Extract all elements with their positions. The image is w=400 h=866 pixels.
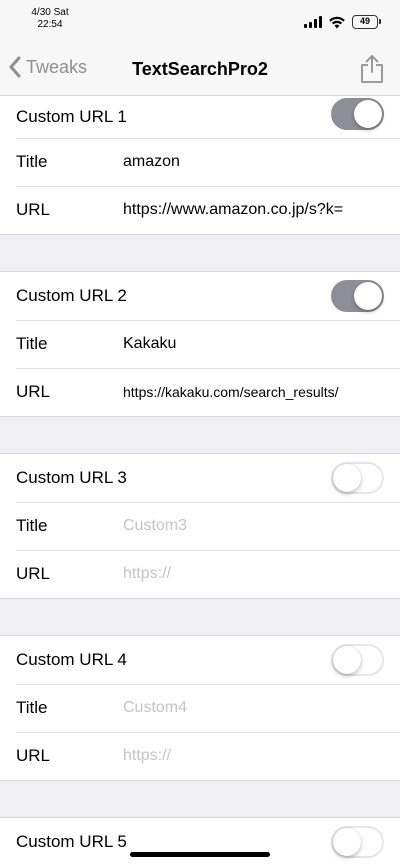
toggle-knob [354, 100, 382, 128]
title-label: Title [16, 516, 48, 535]
home-indicator[interactable] [130, 852, 270, 857]
toggle-knob [333, 646, 361, 674]
settings-list: Custom URL 1 Title amazon URL https://ww… [0, 96, 400, 866]
custom-url-2-url-row[interactable]: URL https://kakaku.com/search_results/ [0, 368, 400, 416]
custom-url-2-url-field[interactable]: https://kakaku.com/search_results/ [123, 384, 339, 400]
custom-url-3-toggle[interactable] [331, 462, 384, 494]
title-label: Title [16, 152, 48, 171]
custom-url-2-title-row[interactable]: Title Kakaku [0, 320, 400, 368]
custom-url-2-toggle[interactable] [331, 280, 384, 312]
custom-url-4-title-row[interactable]: Title Custom4 [0, 684, 400, 732]
custom-url-5-section: Custom URL 5 [0, 817, 400, 866]
status-time: 22:54 [37, 19, 63, 30]
toggle-knob [354, 282, 382, 310]
custom-url-3-title-field[interactable]: Custom3 [123, 517, 187, 535]
custom-url-4-title-field[interactable]: Custom4 [123, 699, 187, 717]
url-label: URL [16, 564, 51, 583]
custom-url-4-toggle[interactable] [331, 644, 384, 676]
status-date: 4/30 Sat [31, 7, 69, 18]
custom-url-4-label: Custom URL 4 [16, 650, 127, 669]
url-label: URL [16, 746, 51, 765]
custom-url-1-label: Custom URL 1 [16, 107, 127, 126]
status-bar: 4/30 Sat 22:54 49 [0, 0, 400, 40]
navigation-bar: Tweaks TextSearchPro2 [0, 40, 400, 96]
status-datetime: 4/30 Sat 22:54 [22, 7, 78, 31]
custom-url-3-title-row[interactable]: Title Custom3 [0, 502, 400, 550]
custom-url-1-title-field[interactable]: amazon [123, 153, 180, 171]
custom-url-4-section: Custom URL 4 Title Custom4 URL https:// [0, 635, 400, 781]
custom-url-1-url-row[interactable]: URL https://www.amazon.co.jp/s?k= [0, 186, 400, 234]
custom-url-5-label: Custom URL 5 [16, 832, 127, 851]
custom-url-3-header-row: Custom URL 3 [0, 454, 400, 502]
custom-url-2-section: Custom URL 2 Title Kakaku URL https://ka… [0, 271, 400, 417]
toggle-knob [333, 828, 361, 856]
custom-url-4-url-row[interactable]: URL https:// [0, 732, 400, 780]
title-label: Title [16, 334, 48, 353]
custom-url-1-url-field[interactable]: https://www.amazon.co.jp/s?k= [123, 201, 343, 219]
custom-url-5-header-row: Custom URL 5 [0, 818, 400, 866]
custom-url-1-header-row: Custom URL 1 [0, 96, 400, 138]
custom-url-2-label: Custom URL 2 [16, 286, 127, 305]
custom-url-1-title-row[interactable]: Title amazon [0, 138, 400, 186]
custom-url-1-toggle[interactable] [331, 98, 384, 130]
cellular-signal-icon [304, 16, 322, 28]
custom-url-2-title-field[interactable]: Kakaku [123, 335, 176, 353]
battery-icon: 49 [352, 15, 381, 29]
custom-url-4-url-field[interactable]: https:// [123, 747, 171, 765]
back-button-label: Tweaks [26, 56, 88, 77]
wifi-icon [329, 16, 345, 28]
back-button[interactable]: Tweaks [8, 56, 87, 78]
chevron-left-icon [9, 56, 21, 78]
custom-url-3-url-field[interactable]: https:// [123, 565, 171, 583]
custom-url-1-section: Custom URL 1 Title amazon URL https://ww… [0, 96, 400, 235]
status-indicators: 49 [304, 15, 381, 29]
url-label: URL [16, 200, 51, 219]
toggle-knob [333, 464, 361, 492]
custom-url-5-toggle[interactable] [331, 826, 384, 858]
url-label: URL [16, 382, 51, 401]
title-label: Title [16, 698, 48, 717]
custom-url-3-url-row[interactable]: URL https:// [0, 550, 400, 598]
custom-url-3-section: Custom URL 3 Title Custom3 URL https:// [0, 453, 400, 599]
custom-url-4-header-row: Custom URL 4 [0, 636, 400, 684]
share-icon[interactable] [360, 54, 384, 84]
custom-url-2-header-row: Custom URL 2 [0, 272, 400, 320]
custom-url-3-label: Custom URL 3 [16, 468, 127, 487]
